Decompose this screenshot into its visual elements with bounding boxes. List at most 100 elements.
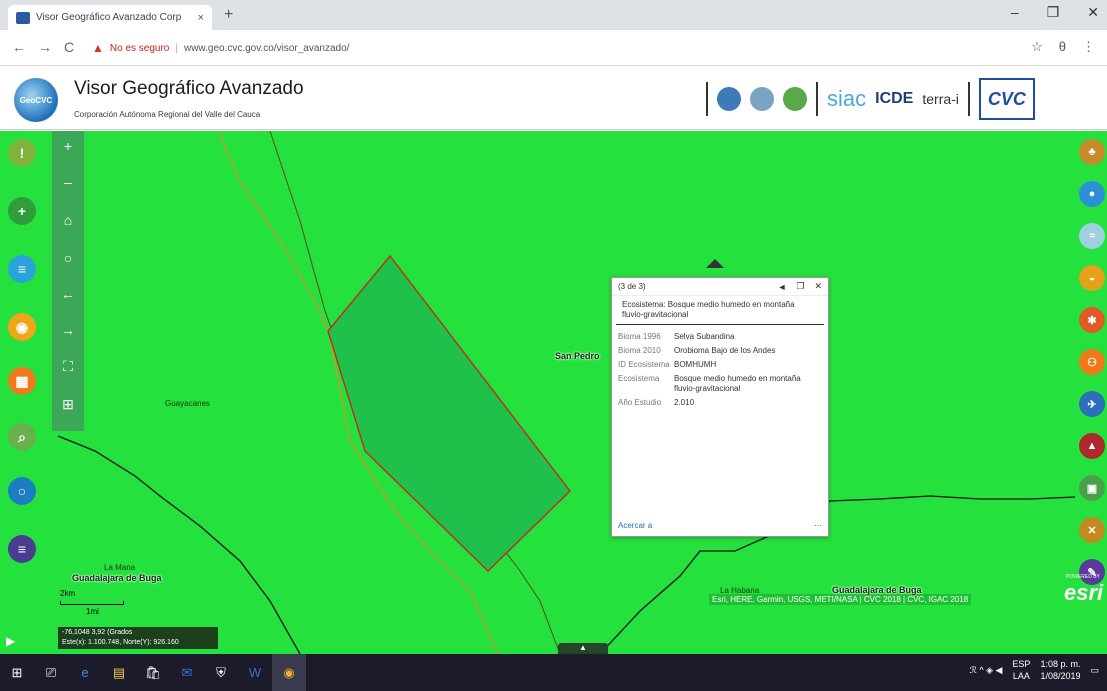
notification-icon[interactable]: ▭	[1090, 665, 1099, 676]
zoom-out-button[interactable]: –	[52, 167, 84, 197]
cvc-logo[interactable]: CVC	[978, 78, 1035, 120]
close-window-button[interactable]: ✕	[1087, 4, 1099, 21]
runner-icon[interactable]: ✈	[1079, 391, 1105, 417]
mountain-logo-icon[interactable]	[717, 87, 741, 111]
map-label-la-mana: La Mana	[104, 563, 136, 572]
start-button[interactable]: ⊞	[0, 654, 34, 691]
siac-logo[interactable]: siac	[827, 86, 866, 112]
coordinates-readout[interactable]: -76,1048 3,92 (Grados Este(x): 1.100.748…	[58, 627, 218, 649]
hazard-icon[interactable]: ✱	[1079, 307, 1105, 333]
picture-icon[interactable]: ▣	[1079, 475, 1105, 501]
warning-icon: ▲	[92, 41, 104, 55]
mountain-icon[interactable]: ▲	[1079, 433, 1105, 459]
wind-icon[interactable]: ≈	[1079, 223, 1105, 249]
calculator-icon[interactable]: ▦	[8, 367, 36, 395]
url-text[interactable]: www.geo.cvc.gov.co/visor_avanzado/	[184, 43, 349, 54]
word-icon[interactable]: W	[238, 654, 272, 691]
store-icon[interactable]: 🛍	[136, 654, 170, 691]
shield-icon[interactable]: ⛨	[204, 654, 238, 691]
bookmark-star-icon[interactable]: ☆	[1031, 39, 1043, 55]
clock[interactable]: 1:08 p. m. 1/08/2019	[1040, 658, 1080, 682]
next-extent-button[interactable]: →	[52, 315, 84, 345]
people-icon[interactable]: ⚇	[1079, 349, 1105, 375]
map-canvas[interactable]: Guayacanes San Pedro La Mana Guadalajara…	[0, 131, 1107, 654]
profile-icon[interactable]: θ	[1059, 39, 1066, 55]
browser-menu-icon[interactable]: ⋮	[1082, 39, 1095, 55]
popup-maximize-button[interactable]: ❐	[796, 281, 804, 292]
overview-button[interactable]: ⊞	[52, 389, 84, 419]
home-button[interactable]: ⌂	[52, 205, 84, 235]
new-tab-button[interactable]: +	[224, 6, 233, 24]
map-label-guayacanes: Guayacanes	[165, 399, 210, 408]
feature-popup: (3 de 3) ◄ ❐ ✕ Ecosistema: Bosque medio …	[611, 277, 829, 537]
locate-button[interactable]: ○	[52, 243, 84, 273]
popup-close-button[interactable]: ✕	[814, 281, 822, 292]
chrome-icon[interactable]: ◉	[272, 654, 306, 691]
scale-bottom-label: 1mi	[86, 607, 99, 616]
popup-title: Ecosistema: Bosque medio humedo en monta…	[616, 296, 824, 325]
expand-arrow-icon[interactable]: ▶	[6, 634, 15, 648]
icde-logo[interactable]: ICDE	[875, 90, 913, 108]
water-drop-icon[interactable]: ●	[1079, 181, 1105, 207]
url-input[interactable]: ▲ No es seguro | www.geo.cvc.gov.co/viso…	[92, 36, 992, 60]
popup-prev-button[interactable]: ◄	[777, 282, 786, 292]
layers-icon[interactable]: ≡	[8, 255, 36, 283]
map-attribution: Esri, HERE, Garmin, USGS, METI/NASA | CV…	[709, 594, 972, 605]
attribute-row: Bioma 2010 Orobioma Bajo de los Andes	[618, 346, 776, 355]
minimize-button[interactable]: –	[1011, 4, 1019, 21]
zoom-to-link[interactable]: Acercar a	[618, 521, 652, 530]
security-warning[interactable]: No es seguro	[110, 43, 169, 54]
task-view-icon[interactable]: ⎚	[34, 654, 68, 691]
reload-button[interactable]: C	[64, 39, 74, 55]
popup-attributes: Bioma 1996 Selva Subandina Bioma 2010 Or…	[612, 325, 828, 415]
pin-icon[interactable]: !	[8, 139, 36, 167]
scale-bar: 2km 1mi	[60, 589, 124, 616]
attribute-row: Ecosistema Bosque medio humedo en montañ…	[618, 374, 801, 393]
language-indicator[interactable]: ESP LAA	[1012, 658, 1030, 682]
right-toolbar: ♣ ● ≈ ◒ ✱ ⚇ ✈ ▲ ▣ ✕ ✎	[1077, 139, 1107, 609]
attribute-row: Bioma 1996 Selva Subandina	[618, 332, 735, 341]
windows-taskbar: ⊞ ⎚ e ▤ 🛍 ✉ ⛨ W ◉ ℛ ^ ◈ ◀ ESP LAA 1:08 p…	[0, 654, 1107, 691]
page-title: Visor Geográfico Avanzado	[74, 78, 304, 99]
tree-icon[interactable]: ♣	[1079, 139, 1105, 165]
zoom-in-button[interactable]: +	[52, 131, 84, 161]
popup-pointer	[706, 259, 724, 268]
app-header: GeoCVC Visor Geográfico Avanzado Corpora…	[0, 66, 1107, 130]
browser-tab[interactable]: Visor Geográfico Avanzado Corp ×	[8, 5, 212, 30]
add-icon[interactable]: +	[8, 197, 36, 225]
prev-extent-button[interactable]: ←	[52, 279, 84, 309]
popup-header: (3 de 3) ◄ ❐ ✕	[612, 278, 828, 296]
fullscreen-button[interactable]: ⛶	[52, 351, 84, 381]
attribute-row: ID Ecosistema BOMHUMH	[618, 360, 717, 369]
tray-icons[interactable]: ℛ ^ ◈ ◀	[970, 665, 1003, 676]
forward-button[interactable]: →	[38, 39, 52, 55]
tools-icon[interactable]: ✕	[1079, 517, 1105, 543]
bottom-panel-toggle[interactable]: ▲	[558, 643, 608, 654]
tab-close-icon[interactable]: ×	[198, 12, 204, 24]
menu-icon[interactable]: ≡	[8, 535, 36, 563]
location-icon[interactable]: ◉	[8, 313, 36, 341]
globe-logo-icon[interactable]	[783, 87, 807, 111]
popup-footer: Acercar a ···	[618, 521, 822, 530]
back-button[interactable]: ←	[12, 39, 26, 55]
scale-top-label: 2km	[60, 589, 76, 598]
geocvc-logo: GeoCVC	[14, 78, 58, 122]
ecosystem-polygon	[327, 254, 571, 572]
outlook-icon[interactable]: ✉	[170, 654, 204, 691]
edge-icon[interactable]: e	[68, 654, 102, 691]
turtle-icon[interactable]: ◒	[1079, 265, 1105, 291]
map-label-guadalajara-west: Guadalajara de Buga	[72, 573, 162, 583]
attribute-row: Año Estudio 2.010	[618, 398, 695, 407]
boundary-line-west	[57, 435, 301, 654]
circle-icon[interactable]: ○	[8, 477, 36, 505]
maximize-button[interactable]: ❐	[1047, 4, 1060, 21]
layers-logo-icon[interactable]	[750, 87, 774, 111]
system-tray: ℛ ^ ◈ ◀ ESP LAA 1:08 p. m. 1/08/2019 ▭	[970, 658, 1099, 682]
file-explorer-icon[interactable]: ▤	[102, 654, 136, 691]
terra-i-logo[interactable]: terra-i	[922, 91, 959, 107]
popup-more-button[interactable]: ···	[814, 521, 822, 530]
search-icon[interactable]: ⌕	[8, 423, 36, 451]
address-actions: ☆ θ ⋮	[1031, 39, 1095, 55]
tab-title: Visor Geográfico Avanzado Corp	[36, 12, 182, 23]
esri-logo[interactable]: esri	[1064, 580, 1103, 606]
